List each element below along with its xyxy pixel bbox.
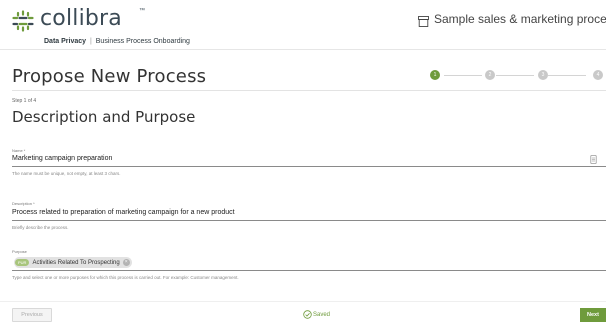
purpose-underline — [12, 270, 606, 271]
breadcrumb: Data Privacy | Business Process Onboardi… — [44, 38, 190, 45]
process-title: Sample sales & marketing processes — [434, 12, 606, 26]
name-underline — [12, 166, 606, 167]
previous-button[interactable]: Previous — [12, 308, 52, 322]
brand-trademark: ™ — [139, 8, 145, 14]
step-3[interactable]: 3 — [538, 70, 548, 80]
product-name[interactable]: Data Privacy — [44, 38, 86, 45]
page-title: Propose New Process — [12, 66, 207, 87]
purpose-label: Purpose — [12, 249, 27, 254]
section-title: Description and Purpose — [12, 108, 196, 126]
step-count: Step 1 of 4 — [12, 98, 37, 104]
brand-name: collibra — [40, 6, 122, 31]
collibra-logo-icon — [12, 10, 34, 32]
stepper-connector — [444, 74, 482, 76]
breadcrumb-separator: | — [89, 38, 92, 45]
purpose-chip-label: Activities Related To Prospecting — [32, 259, 120, 266]
process-folder-icon — [418, 16, 429, 27]
step-1[interactable]: 1 — [430, 70, 440, 80]
purpose-help: Type and select one or more purposes for… — [12, 275, 239, 280]
saved-label: Saved — [313, 311, 331, 318]
saved-status: Saved — [303, 310, 330, 319]
name-field[interactable]: Marketing campaign preparation — [12, 155, 112, 162]
step-4[interactable]: 4 — [593, 70, 603, 80]
purpose-chip-badge: PUR — [15, 259, 30, 266]
description-field[interactable]: Process related to preparation of market… — [12, 209, 235, 216]
next-button[interactable]: Next — [580, 308, 606, 322]
purpose-chip[interactable]: PUR Activities Related To Prospecting × — [14, 257, 132, 268]
footer-divider — [0, 301, 606, 302]
stepper-connector — [548, 74, 586, 76]
close-icon[interactable]: × — [122, 259, 130, 266]
title-divider — [12, 90, 606, 91]
description-underline — [12, 220, 606, 221]
description-help: Briefly describe the process. — [12, 225, 69, 230]
stepper: 1 2 3 4 — [430, 70, 606, 84]
name-help: The name must be unique, not empty, at l… — [12, 171, 121, 176]
check-circle-icon — [303, 310, 312, 319]
tag-icon[interactable] — [590, 155, 597, 164]
module-name: Business Process Onboarding — [95, 38, 190, 45]
app-header: collibra ™ Data Privacy | Business Proce… — [0, 0, 606, 50]
description-label: Description * — [12, 201, 35, 206]
step-2[interactable]: 2 — [485, 70, 495, 80]
stepper-connector — [496, 74, 534, 76]
name-label: Name * — [12, 148, 26, 153]
